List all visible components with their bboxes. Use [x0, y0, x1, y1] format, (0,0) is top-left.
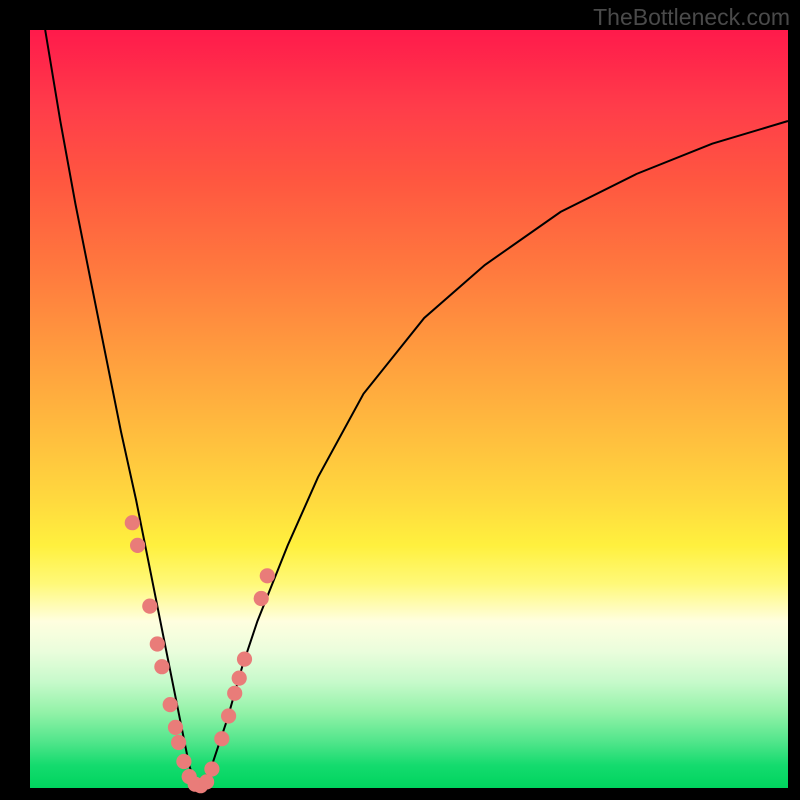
data-marker — [171, 735, 186, 750]
data-marker — [154, 659, 169, 674]
data-marker — [237, 652, 252, 667]
data-marker — [130, 538, 145, 553]
watermark-text: TheBottleneck.com — [593, 4, 790, 31]
data-marker — [176, 754, 191, 769]
data-marker — [204, 761, 219, 776]
plot-area — [30, 30, 788, 788]
data-marker — [214, 731, 229, 746]
chart-frame: TheBottleneck.com — [0, 0, 800, 800]
data-marker — [232, 671, 247, 686]
data-marker — [260, 568, 275, 583]
data-marker — [163, 697, 178, 712]
data-marker — [221, 708, 236, 723]
chart-svg — [30, 30, 788, 788]
data-marker — [227, 686, 242, 701]
data-marker — [150, 636, 165, 651]
data-marker — [142, 599, 157, 614]
data-marker — [168, 720, 183, 735]
data-marker — [254, 591, 269, 606]
data-marker — [125, 515, 140, 530]
bottleneck-curve — [45, 30, 788, 788]
